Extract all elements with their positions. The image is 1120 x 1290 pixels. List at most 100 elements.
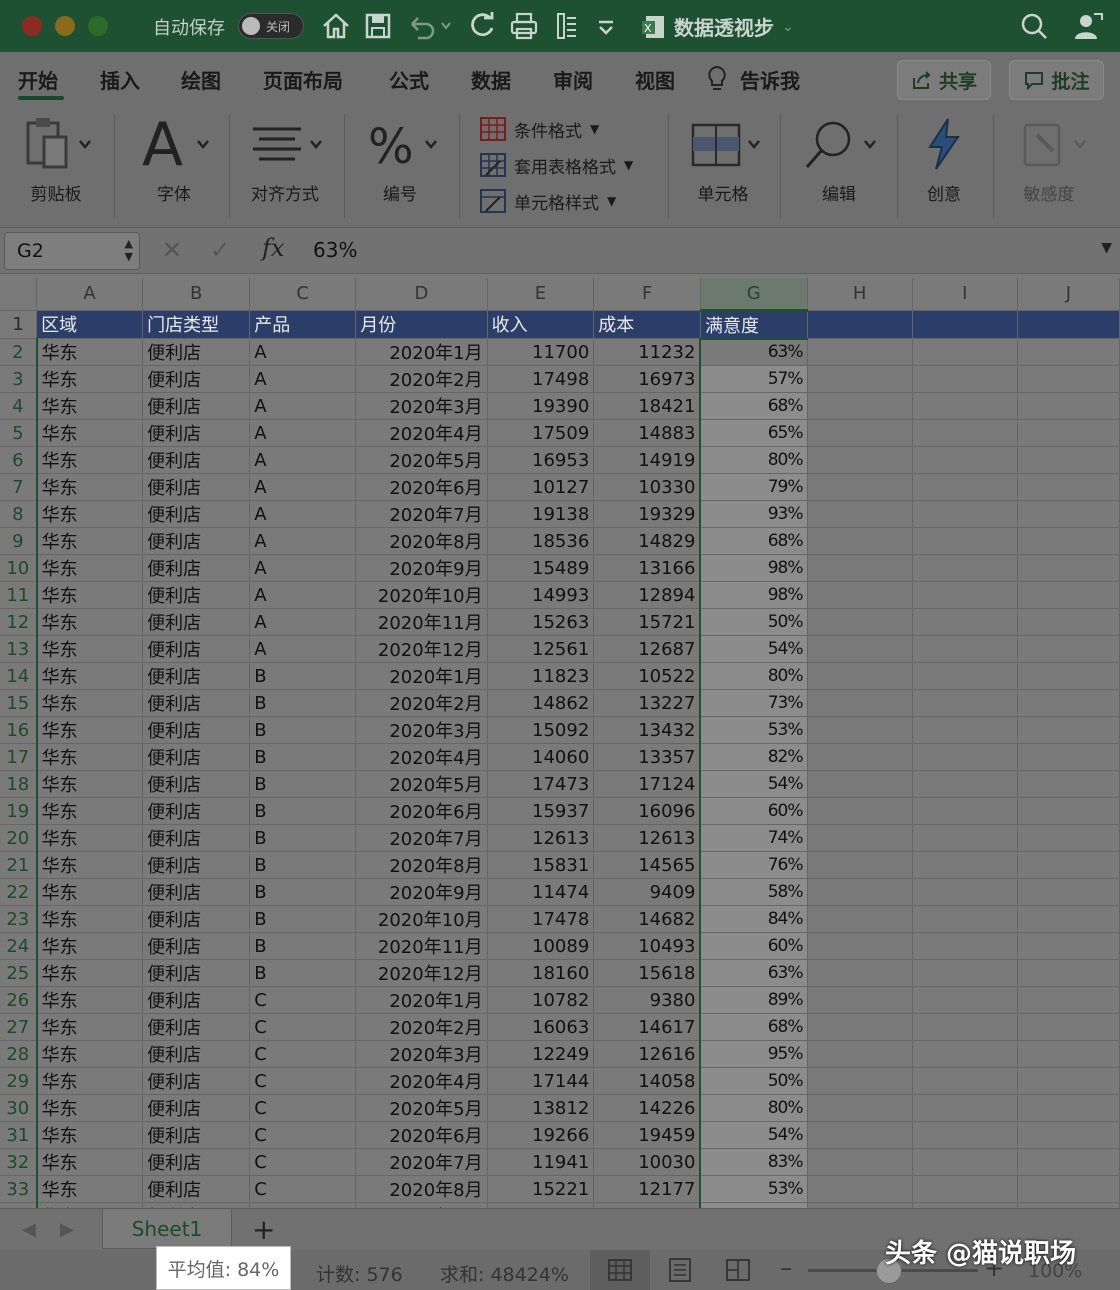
cell[interactable]: C	[249, 1094, 357, 1122]
cell[interactable]: 53%	[699, 716, 808, 744]
cell[interactable]: 2020年12月	[355, 635, 488, 663]
cell[interactable]: 50%	[699, 1067, 808, 1095]
cell[interactable]: 便利店	[142, 338, 251, 366]
column-header-h[interactable]: H	[807, 278, 913, 311]
empty-cell[interactable]	[807, 310, 913, 339]
row-header[interactable]: 29	[0, 1067, 38, 1095]
cell[interactable]: 95%	[699, 1040, 808, 1068]
row-header[interactable]: 18	[0, 770, 38, 798]
empty-cell[interactable]	[912, 608, 1018, 636]
tab-data[interactable]: 数据	[471, 65, 511, 94]
empty-cell[interactable]	[807, 446, 913, 474]
cell[interactable]: 15489	[487, 554, 595, 582]
cell[interactable]: 华东	[35, 932, 144, 960]
empty-cell[interactable]	[912, 338, 1018, 366]
tab-review[interactable]: 审阅	[553, 65, 593, 94]
cell[interactable]: 2020年12月	[355, 959, 488, 987]
cell[interactable]: 10493	[593, 932, 701, 960]
empty-cell[interactable]	[912, 446, 1018, 474]
cell[interactable]: 华东	[35, 1175, 144, 1203]
column-header-g[interactable]: G	[700, 278, 808, 312]
cell[interactable]: 13357	[593, 743, 701, 771]
cell[interactable]: B	[249, 716, 357, 744]
row-header[interactable]: 11	[0, 581, 38, 609]
cell[interactable]: 14060	[487, 743, 595, 771]
cell[interactable]: 便利店	[142, 581, 251, 609]
cell[interactable]: 15831	[487, 851, 595, 879]
cell[interactable]: B	[249, 905, 357, 933]
cell[interactable]: 10330	[593, 473, 701, 501]
alignment-group[interactable]: 对齐方式	[243, 106, 327, 224]
cell[interactable]: 2020年2月	[355, 365, 488, 393]
cell[interactable]: 98%	[699, 554, 808, 582]
comments-button[interactable]: 批注	[1009, 60, 1104, 100]
number-group[interactable]: % 编号	[358, 106, 442, 224]
cell[interactable]: C	[249, 1067, 357, 1095]
row-header[interactable]: 22	[0, 878, 38, 906]
zoom-out-button[interactable]: –	[780, 1254, 792, 1282]
row-header[interactable]: 3	[0, 365, 38, 393]
cell[interactable]: 80%	[699, 1094, 808, 1122]
cell[interactable]: 2020年11月	[355, 608, 488, 636]
cell[interactable]: 16096	[593, 797, 701, 825]
cell[interactable]: 19390	[487, 392, 595, 420]
cell[interactable]: B	[249, 743, 357, 771]
row-header[interactable]: 2	[0, 338, 38, 366]
maximize-window-button[interactable]	[88, 16, 108, 36]
tab-home[interactable]: 开始	[18, 65, 58, 94]
cell[interactable]: 便利店	[142, 554, 251, 582]
empty-cell[interactable]	[1017, 662, 1120, 690]
cell[interactable]: B	[249, 959, 357, 987]
empty-cell[interactable]	[912, 959, 1018, 987]
cell[interactable]: 63%	[699, 337, 808, 366]
cell[interactable]: 15937	[487, 797, 595, 825]
cell[interactable]: 10522	[593, 662, 701, 690]
cell[interactable]: 18160	[487, 959, 595, 987]
cell[interactable]: 84%	[699, 905, 808, 933]
cell[interactable]: B	[249, 824, 357, 852]
empty-cell[interactable]	[807, 1148, 913, 1176]
cell[interactable]: 2020年6月	[355, 1121, 488, 1149]
cell[interactable]: 2020年3月	[355, 716, 488, 744]
empty-cell[interactable]	[912, 500, 1018, 528]
cell[interactable]: 10089	[487, 932, 595, 960]
cell[interactable]: 50%	[699, 608, 808, 636]
row-header[interactable]: 27	[0, 1013, 38, 1041]
empty-cell[interactable]	[912, 662, 1018, 690]
cell[interactable]: 82%	[699, 743, 808, 771]
cell[interactable]: A	[249, 473, 357, 501]
empty-cell[interactable]	[1017, 716, 1120, 744]
cell[interactable]: 19138	[487, 500, 595, 528]
empty-cell[interactable]	[1017, 473, 1120, 501]
empty-cell[interactable]	[912, 419, 1018, 447]
cell[interactable]: A	[249, 527, 357, 555]
empty-cell[interactable]	[807, 581, 913, 609]
empty-cell[interactable]	[1017, 770, 1120, 798]
cell[interactable]: A	[249, 581, 357, 609]
cell[interactable]: 2020年1月	[355, 338, 488, 366]
cell[interactable]: C	[249, 1175, 357, 1203]
name-box-stepper-icon[interactable]: ▲ ▼	[125, 237, 133, 263]
cell[interactable]: 华东	[35, 1094, 144, 1122]
cell[interactable]: 68%	[699, 527, 808, 555]
cell[interactable]: 68%	[699, 392, 808, 420]
document-title[interactable]: X 数据透视步 ⌄	[642, 12, 794, 41]
cell[interactable]: 16953	[487, 446, 595, 474]
cell[interactable]: 2020年7月	[355, 824, 488, 852]
cell[interactable]: 2020年5月	[355, 770, 488, 798]
cell[interactable]: A	[249, 338, 357, 366]
cell[interactable]: 15721	[593, 608, 701, 636]
cell[interactable]: 58%	[699, 878, 808, 906]
cell[interactable]: 19329	[593, 500, 701, 528]
empty-cell[interactable]	[807, 1040, 913, 1068]
cell[interactable]: 2020年2月	[355, 689, 488, 717]
cell[interactable]: 14862	[487, 689, 595, 717]
page-layout-view-icon[interactable]	[668, 1258, 692, 1282]
cell[interactable]: 12613	[593, 824, 701, 852]
column-header-a[interactable]: A	[36, 278, 144, 311]
cells-group[interactable]: 单元格	[680, 106, 766, 224]
cell[interactable]: 便利店	[142, 473, 251, 501]
cell[interactable]: 华东	[35, 338, 144, 366]
customize-toolbar-icon[interactable]	[594, 10, 618, 42]
cell[interactable]: 19266	[487, 1121, 595, 1149]
